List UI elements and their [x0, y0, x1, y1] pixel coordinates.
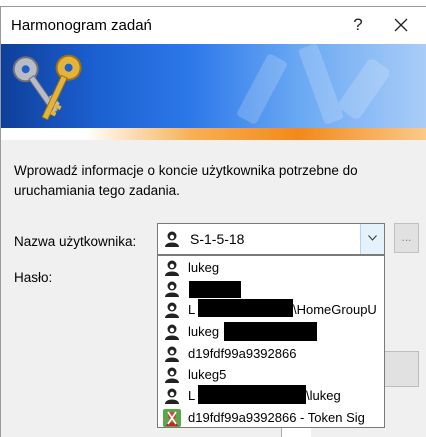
keys-icon	[12, 54, 82, 121]
banner-artwork	[12, 44, 390, 124]
user-icon	[165, 281, 179, 297]
user-icon	[165, 324, 179, 340]
browse-button[interactable]: ...	[394, 223, 419, 253]
chevron-down-icon	[368, 235, 377, 241]
redaction-bar	[198, 299, 293, 317]
list-item[interactable]: d19fdf99a9392866	[158, 343, 384, 364]
title-bar: Harmonogram zadań ?	[1, 7, 426, 44]
close-icon	[394, 18, 408, 32]
close-button[interactable]	[383, 11, 419, 39]
obscured-button[interactable]	[383, 351, 419, 387]
header-banner	[1, 44, 426, 140]
username-label: Nazwa użytkownika:	[14, 234, 137, 249]
user-icon	[165, 231, 179, 247]
list-item-label: lukeg5	[188, 367, 227, 382]
list-item-label: L	[188, 302, 196, 317]
user-icon	[165, 302, 179, 318]
user-icon	[165, 260, 179, 276]
list-item[interactable]: L \HomeGroupU	[158, 299, 384, 320]
dialog-title: Harmonogram zadań	[11, 17, 152, 34]
user-icon	[165, 388, 179, 404]
list-item-suffix: \HomeGroupU	[293, 302, 377, 317]
list-item-label: d19fdf99a9392866	[188, 346, 297, 361]
list-item[interactable]: lukeg	[158, 257, 384, 278]
user-icon	[165, 367, 179, 383]
list-item[interactable]: lukeg	[158, 321, 384, 342]
list-item-label: lukeg	[188, 324, 220, 339]
list-item-label: L	[188, 388, 196, 403]
username-dropdown-list[interactable]: lukeg L \HomeGroupU lukeg d19fdf99a93928…	[157, 255, 385, 428]
redaction-bar	[224, 322, 317, 341]
password-label: Hasło:	[14, 270, 53, 285]
list-item[interactable]: d19fdf99a9392866 - Token Sig	[158, 407, 384, 427]
redaction-bar	[189, 281, 241, 298]
info-text: Wprowadź informacje o koncie użytkownika…	[14, 163, 358, 198]
list-item-label: d19fdf99a9392866 - Token Sig	[188, 410, 365, 425]
list-item[interactable]: lukeg5	[158, 364, 384, 385]
list-item[interactable]	[158, 278, 384, 299]
list-item-suffix: \lukeg	[306, 388, 341, 403]
banner-gradient-stripe	[1, 128, 426, 140]
token-user-icon	[163, 409, 181, 427]
help-button[interactable]: ?	[343, 11, 373, 39]
username-combobox[interactable]: S-1-5-18	[157, 223, 385, 255]
username-value: S-1-5-18	[190, 231, 245, 247]
task-scheduler-dialog: Harmonogram zadań ? Wprowadź informacje …	[0, 6, 426, 437]
list-item-label: lukeg	[188, 260, 220, 275]
user-icon	[165, 346, 179, 362]
redaction-bar	[198, 385, 306, 404]
dropdown-arrow-button[interactable]	[360, 224, 384, 254]
list-item[interactable]: L \lukeg	[158, 385, 384, 406]
